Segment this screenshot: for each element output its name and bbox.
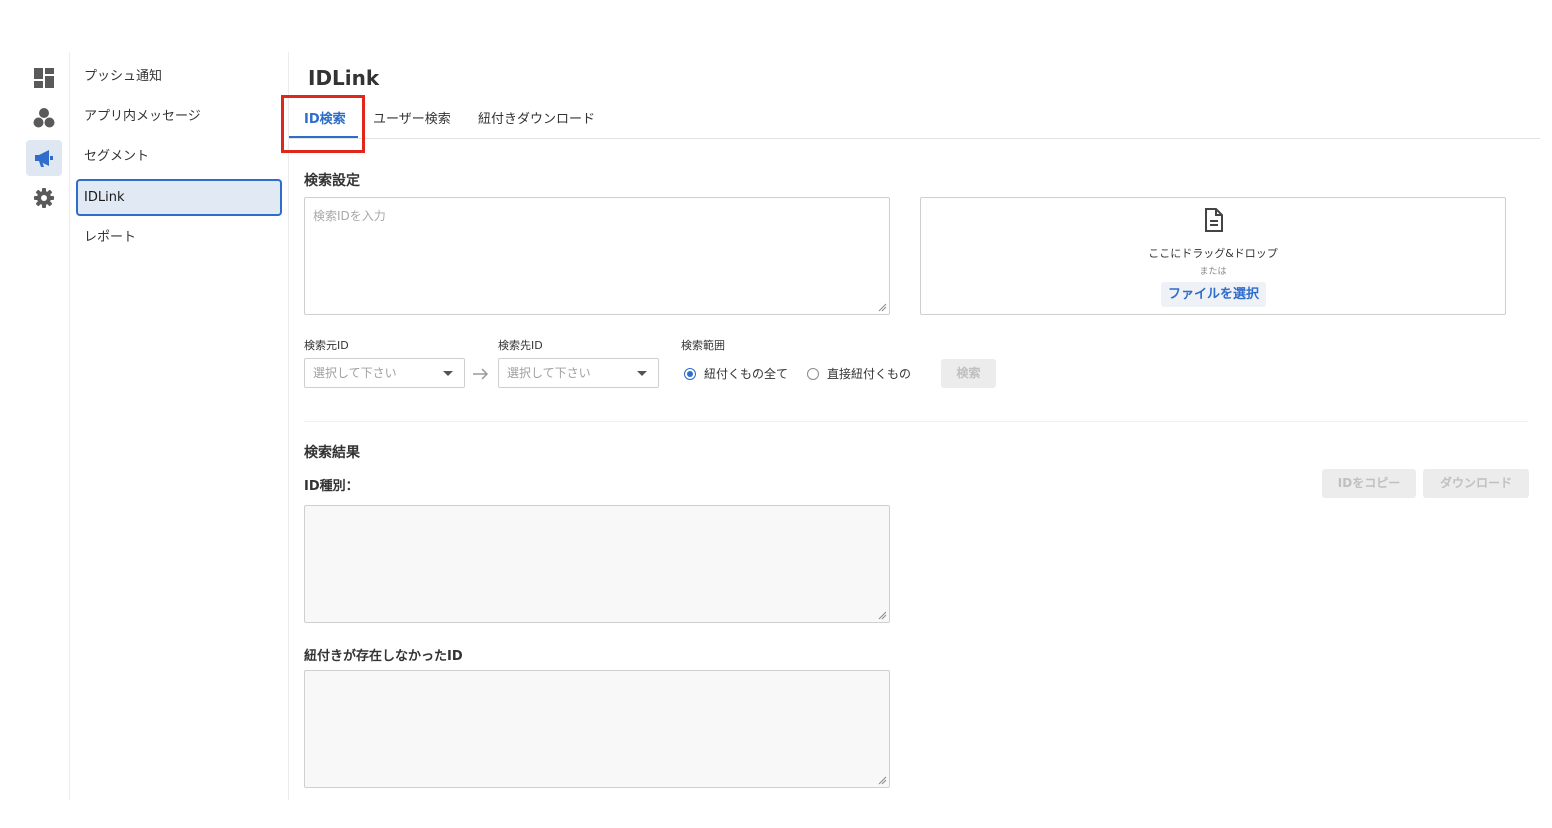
page-title: IDLink <box>308 66 380 90</box>
document-icon <box>1205 208 1223 232</box>
sub-navigation: プッシュ通知 アプリ内メッセージ セグメント IDLink レポート <box>70 52 289 800</box>
search-id-input[interactable]: 検索IDを入力 <box>304 197 890 315</box>
scope-option-all[interactable]: 紐付くもの全て <box>684 365 788 382</box>
search-settings-title: 検索設定 <box>304 173 360 189</box>
icon-rail <box>0 52 70 800</box>
rail-item-messaging[interactable] <box>26 140 62 176</box>
dashboard-icon <box>34 68 54 88</box>
unlinked-ids-label: 紐付きが存在しなかったID <box>304 649 463 664</box>
target-id-value: 選択して下さい <box>507 366 591 380</box>
resize-handle-icon[interactable] <box>878 776 887 785</box>
source-id-label: 検索元ID <box>304 339 349 352</box>
subnav-item-report[interactable]: レポート <box>76 219 282 256</box>
scope-option-all-label: 紐付くもの全て <box>704 367 789 381</box>
search-id-placeholder: 検索IDを入力 <box>313 209 386 223</box>
highlight-annotation <box>281 95 365 153</box>
rail-item-dashboard[interactable] <box>26 60 62 96</box>
resize-handle-icon[interactable] <box>878 611 887 620</box>
segments-icon <box>33 108 55 128</box>
file-dropzone[interactable]: ここにドラッグ&ドロップ または ファイルを選択 <box>920 197 1506 315</box>
resize-handle-icon[interactable] <box>878 303 887 312</box>
source-id-select[interactable]: 選択して下さい <box>304 358 465 388</box>
target-id-label: 検索先ID <box>498 339 543 352</box>
chevron-down-icon <box>637 371 647 376</box>
copy-id-button[interactable]: IDをコピー <box>1322 469 1416 498</box>
gear-icon <box>34 188 54 208</box>
tab-link-download[interactable]: 紐付きダウンロード <box>478 108 595 138</box>
radio-unchecked-icon <box>807 367 819 380</box>
search-button[interactable]: 検索 <box>941 359 996 388</box>
unlinked-ids-output[interactable] <box>304 670 890 788</box>
arrow-right-icon <box>473 368 489 380</box>
tab-user-search[interactable]: ユーザー検索 <box>373 108 451 138</box>
rail-item-segments[interactable] <box>26 100 62 136</box>
subnav-item-in-app-message[interactable]: アプリ内メッセージ <box>76 98 282 135</box>
search-scope-label: 検索範囲 <box>681 339 725 352</box>
section-divider <box>304 421 1528 422</box>
tab-bar: ID検索 ユーザー検索 紐付きダウンロード <box>289 100 1540 139</box>
radio-checked-icon <box>684 367 696 380</box>
subnav-item-idlink[interactable]: IDLink <box>76 179 282 216</box>
id-type-label: ID種別： <box>304 479 359 494</box>
download-button[interactable]: ダウンロード <box>1423 469 1529 498</box>
subnav-item-push[interactable]: プッシュ通知 <box>76 58 282 95</box>
scope-option-direct[interactable]: 直接紐付くもの <box>807 365 911 382</box>
dropzone-or-text: または <box>1199 267 1227 277</box>
results-output[interactable] <box>304 505 890 623</box>
megaphone-icon <box>35 150 53 167</box>
source-id-value: 選択して下さい <box>313 366 397 380</box>
rail-item-settings[interactable] <box>26 180 62 216</box>
chevron-down-icon <box>443 371 453 376</box>
search-results-title: 検索結果 <box>304 445 360 461</box>
subnav-item-segment[interactable]: セグメント <box>76 138 282 175</box>
dropzone-text: ここにドラッグ&ドロップ <box>1148 247 1278 260</box>
scope-option-direct-label: 直接紐付くもの <box>827 367 912 381</box>
select-file-button[interactable]: ファイルを選択 <box>1161 282 1266 307</box>
target-id-select[interactable]: 選択して下さい <box>498 358 659 388</box>
